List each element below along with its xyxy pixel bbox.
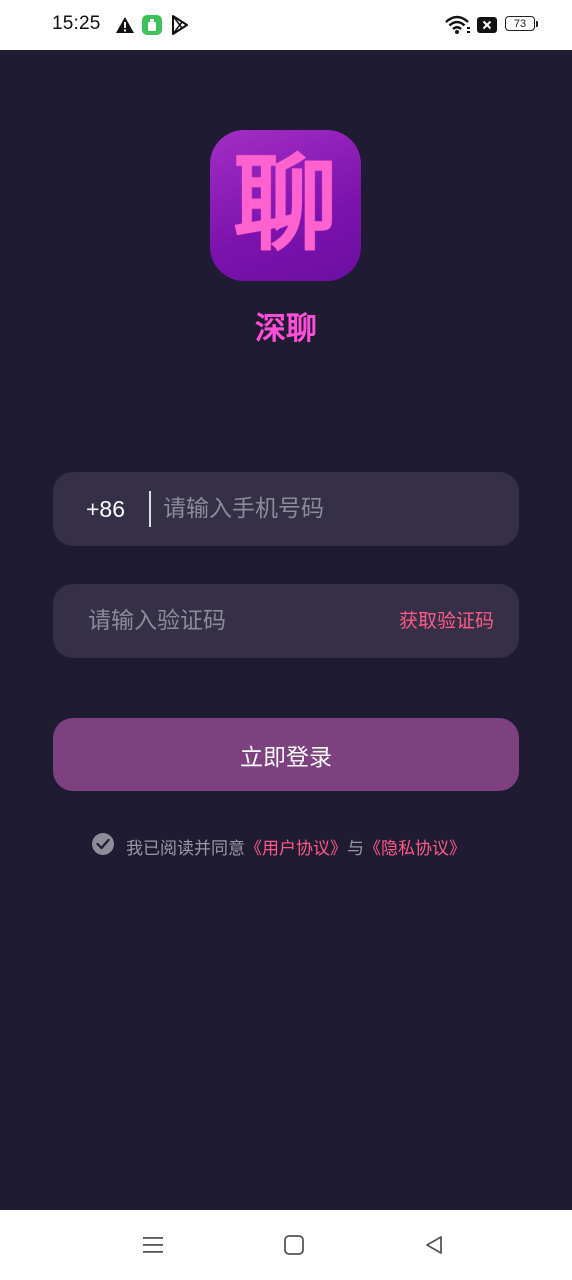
- check-icon: [96, 838, 110, 850]
- agreement-text: 我已阅读并同意《用户协议》与《隐私协议》: [126, 834, 466, 859]
- app-logo: 聊: [210, 130, 361, 281]
- agreement-row: 我已阅读并同意《用户协议》与《隐私协议》: [0, 830, 572, 862]
- agreement-prefix: 我已阅读并同意: [126, 839, 245, 859]
- play-store-icon: [169, 14, 191, 36]
- user-agreement-link[interactable]: 《用户协议》: [245, 839, 347, 859]
- app-name: 深聊: [255, 311, 317, 347]
- menu-icon[interactable]: [140, 1232, 166, 1258]
- status-bar: 15:25 73: [0, 0, 572, 50]
- verification-code-field: 获取验证码: [53, 584, 519, 658]
- home-icon[interactable]: [281, 1232, 307, 1258]
- battery-icon: 73: [505, 16, 538, 33]
- get-code-button[interactable]: 获取验证码: [399, 584, 494, 658]
- verification-code-input[interactable]: [88, 584, 378, 658]
- field-divider: [149, 491, 151, 527]
- app-notification-icon: [141, 14, 163, 36]
- warning-icon: [114, 14, 136, 36]
- app-logo-glyph: 聊: [233, 142, 338, 265]
- login-button[interactable]: 立即登录: [53, 718, 519, 791]
- battery-level: 73: [505, 16, 535, 31]
- wifi-icon: [444, 14, 472, 36]
- sim-x-icon: [476, 14, 498, 36]
- phone-field: +86: [53, 472, 519, 546]
- phone-input[interactable]: [163, 472, 503, 546]
- country-code[interactable]: +86: [86, 472, 125, 546]
- navigation-bar: [0, 1210, 572, 1280]
- agreement-connector: 与: [347, 839, 364, 859]
- back-icon[interactable]: [421, 1232, 447, 1258]
- status-time: 15:25: [52, 13, 101, 34]
- agree-checkbox[interactable]: [92, 833, 114, 855]
- privacy-policy-link[interactable]: 《隐私协议》: [364, 839, 466, 859]
